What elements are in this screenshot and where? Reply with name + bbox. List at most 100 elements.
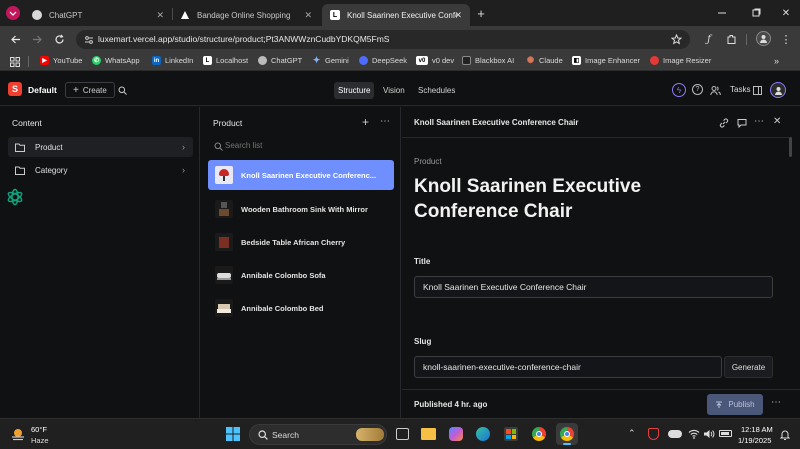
task-view-icon[interactable] [396, 428, 409, 440]
content-item-label: Product [35, 142, 63, 152]
search-list-input[interactable] [225, 138, 385, 153]
tab-bandage[interactable]: Bandage Online Shopping ✕ [172, 4, 320, 26]
nav-tab-schedules[interactable]: Schedules [414, 84, 459, 97]
list-item-knoll-chair[interactable]: Knoll Saarinen Executive Conferenc... [208, 160, 394, 190]
clock-time[interactable]: 12:18 AM [741, 425, 773, 434]
nav-tab-vision[interactable]: Vision [379, 84, 409, 97]
reload-icon[interactable] [52, 32, 66, 46]
close-pane-icon[interactable]: ✕ [773, 116, 781, 127]
show-hidden-icons-chevron-icon[interactable]: ⌃ [628, 428, 636, 439]
bookmark-star-icon[interactable] [670, 33, 682, 45]
wifi-icon[interactable] [688, 428, 700, 440]
bookmarks-bar: ▶ YouTube ✆ WhatsApp in LinkedIn L Localhost… [0, 52, 800, 71]
edge-icon[interactable] [476, 427, 490, 441]
notification-bell-icon[interactable] [779, 428, 791, 440]
back-arrow-icon[interactable] [8, 32, 22, 46]
publish-button[interactable]: Publish [707, 394, 763, 415]
onedrive-cloud-icon[interactable] [668, 430, 682, 438]
bookmark-youtube[interactable]: ▶ YouTube [40, 56, 82, 65]
microsoft-store-icon[interactable] [504, 427, 518, 441]
workspace-name[interactable]: Default [28, 85, 57, 95]
product-thumbnail [215, 166, 233, 184]
help-icon[interactable]: ? [692, 84, 703, 95]
list-item-wooden-sink[interactable]: Wooden Bathroom Sink With Mirror [208, 194, 394, 224]
function-icon[interactable]: ƒ [702, 32, 716, 46]
create-button[interactable]: + Create [65, 82, 115, 98]
title-input[interactable]: Knoll Saarinen Executive Conference Chai… [414, 276, 773, 298]
search-icon [213, 141, 223, 151]
tasks-button[interactable]: Tasks [730, 85, 750, 94]
pane-menu-ellipsis-icon[interactable]: ⋯ [380, 116, 390, 127]
chrome-active-app-icon[interactable] [556, 423, 578, 445]
bookmark-blackbox[interactable]: Blackbox AI [462, 56, 514, 65]
chrome-profile-icon[interactable] [6, 6, 20, 20]
window-close-icon[interactable]: ✕ [780, 7, 792, 19]
tasks-panel-icon[interactable] [752, 85, 762, 95]
openai-floating-icon[interactable] [5, 187, 25, 207]
search-highlight-image [356, 428, 384, 441]
clock-date[interactable]: 1/19/2025 [738, 436, 771, 445]
nav-tab-structure[interactable]: Structure [334, 82, 375, 99]
list-item-bed[interactable]: Annibale Colombo Bed [208, 293, 394, 323]
browser-toolbar: luxemart.vercel.app/studio/structure/pro… [0, 26, 800, 52]
bookmark-v0[interactable]: v0 v0 dev [416, 56, 454, 65]
more-bookmarks-chevron-icon[interactable]: » [774, 56, 779, 66]
comment-icon[interactable] [736, 117, 747, 128]
site-info-icon[interactable] [83, 34, 94, 45]
chevron-right-icon: › [182, 142, 185, 152]
youtube-icon: ▶ [40, 56, 49, 65]
sanity-logo-icon[interactable]: S [8, 82, 22, 96]
tab-knoll-chair[interactable]: L Knoll Saarinen Executive Confe ✕ [322, 4, 470, 26]
apps-grid-icon[interactable] [9, 56, 20, 67]
forward-arrow-icon[interactable] [30, 32, 44, 46]
address-bar[interactable]: luxemart.vercel.app/studio/structure/pro… [76, 30, 690, 49]
bookmark-deepseek[interactable]: DeepSeek [359, 56, 407, 65]
slug-input[interactable]: knoll-saarinen-executive-conference-chai… [414, 356, 722, 378]
lightning-icon[interactable]: ϟ [672, 83, 686, 97]
copilot-icon[interactable] [449, 427, 463, 441]
new-tab-icon[interactable]: + [474, 6, 488, 21]
battery-icon[interactable] [719, 430, 732, 437]
document-menu-ellipsis-icon[interactable]: ⋯ [754, 116, 764, 127]
chrome-icon[interactable] [532, 427, 546, 441]
bookmark-whatsapp[interactable]: ✆ WhatsApp [92, 56, 140, 65]
windows-start-icon[interactable] [226, 427, 240, 441]
bookmark-image-enhancer[interactable]: ◧ Image Enhancer [572, 56, 640, 65]
link-icon[interactable] [718, 117, 729, 128]
taskbar-search-box[interactable]: Search [249, 424, 387, 445]
bookmark-localhost[interactable]: L Localhost [203, 56, 248, 65]
profile-avatar[interactable] [756, 31, 771, 46]
bookmark-image-resizer[interactable]: Image Resizer [650, 56, 711, 65]
bookmark-chatgpt[interactable]: ChatGPT [258, 56, 302, 65]
content-item-category[interactable]: Category › [8, 160, 193, 180]
user-avatar[interactable] [770, 82, 786, 98]
close-tab-icon[interactable]: ✕ [156, 10, 164, 21]
content-pane: Content Product › Category › [0, 107, 200, 418]
generate-slug-button[interactable]: Generate [724, 356, 773, 378]
search-icon[interactable] [117, 85, 127, 95]
content-item-product[interactable]: Product › [8, 137, 193, 157]
close-tab-icon[interactable]: ✕ [454, 10, 462, 21]
list-item-sofa[interactable]: Annibale Colombo Sofa [208, 260, 394, 290]
bookmark-gemini[interactable]: ✦ Gemini [312, 55, 349, 65]
chevron-right-icon: › [182, 165, 185, 175]
file-explorer-icon[interactable] [421, 428, 436, 440]
weather-temperature: 60°F [31, 425, 47, 434]
tab-chatgpt[interactable]: ChatGPT ✕ [24, 4, 172, 26]
list-item-bedside-table[interactable]: Bedside Table African Cherry [208, 227, 394, 257]
linkedin-icon: in [152, 56, 161, 65]
weather-haze-icon[interactable] [10, 426, 26, 442]
bookmark-linkedin[interactable]: in LinkedIn [152, 56, 193, 65]
security-shield-icon[interactable] [648, 428, 659, 440]
volume-icon[interactable] [703, 428, 715, 440]
minimize-icon[interactable] [716, 7, 728, 19]
bookmark-claude[interactable]: ✺ Claude [526, 55, 563, 65]
scrollbar-thumb[interactable] [789, 137, 792, 157]
extensions-icon[interactable] [724, 32, 738, 46]
kebab-menu-icon[interactable]: ⋮ [780, 32, 792, 46]
publish-options-ellipsis-icon[interactable]: ⋯ [771, 397, 781, 408]
restore-icon[interactable] [750, 7, 762, 19]
close-tab-icon[interactable]: ✕ [304, 10, 312, 21]
people-icon[interactable] [709, 84, 721, 96]
add-document-plus-icon[interactable]: + [362, 115, 369, 129]
